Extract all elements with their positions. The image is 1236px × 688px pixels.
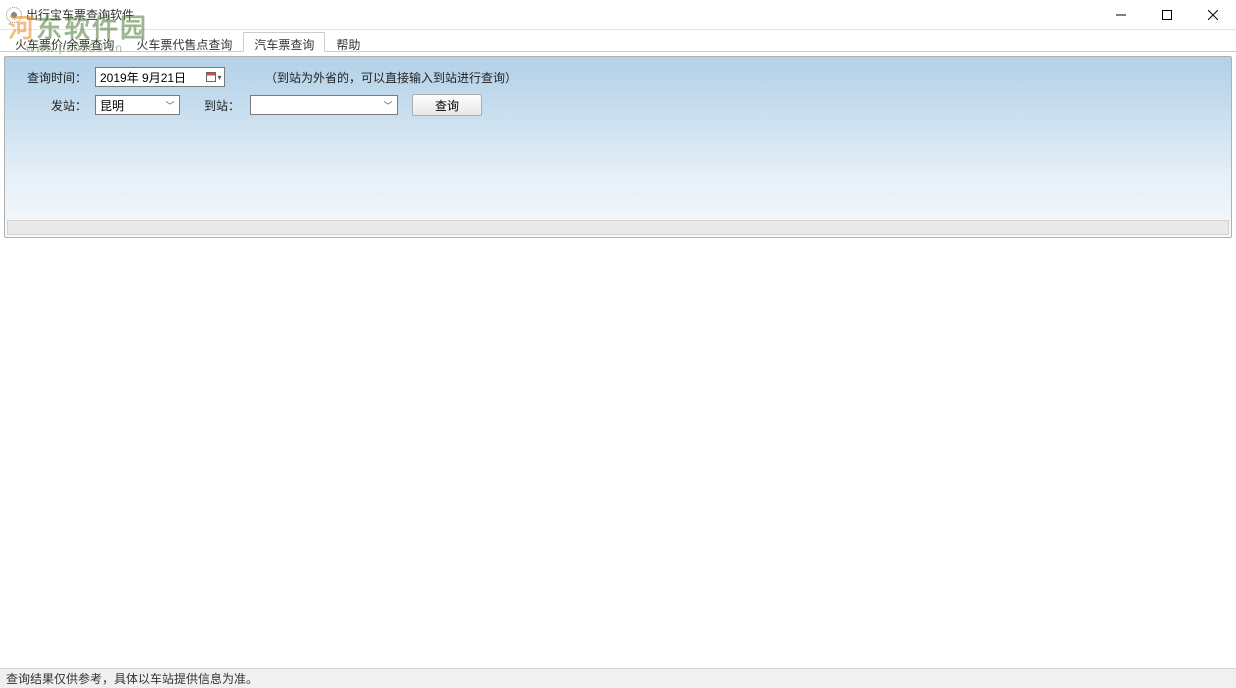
to-label: 到站：	[180, 97, 250, 114]
tab-train-agent[interactable]: 火车票代售点查询	[125, 32, 243, 52]
search-button[interactable]: 查询	[412, 94, 482, 116]
window-title: 出行宝车票查询软件	[26, 6, 134, 23]
titlebar: 出行宝车票查询软件	[0, 0, 1236, 30]
statusbar: 查询结果仅供参考，具体以车站提供信息为准。	[0, 668, 1236, 688]
tab-bar: 火车票价/余票查询 火车票代售点查询 汽车票查询 帮助	[0, 30, 1236, 52]
horizontal-scrollbar[interactable]	[7, 220, 1229, 235]
search-panel: 查询时间： 2019年 9月21日 ▾ （到站为外省的，可以直接输入到站进行查询…	[4, 56, 1232, 238]
chevron-down-icon: ﹀	[163, 99, 177, 112]
query-time-label: 查询时间：	[15, 69, 95, 86]
query-time-input[interactable]: 2019年 9月21日 ▾	[95, 67, 225, 87]
from-station-value: 昆明	[100, 97, 124, 114]
minimize-button[interactable]	[1098, 0, 1144, 30]
from-station-combo[interactable]: 昆明 ﹀	[95, 95, 180, 115]
tab-content: 查询时间： 2019年 9月21日 ▾ （到站为外省的，可以直接输入到站进行查询…	[0, 51, 1236, 238]
from-label: 发站：	[15, 97, 95, 114]
tab-train-price[interactable]: 火车票价/余票查询	[4, 32, 125, 52]
tab-bus-ticket[interactable]: 汽车票查询	[243, 32, 325, 52]
results-area	[4, 244, 1232, 666]
window-controls	[1098, 0, 1236, 30]
query-time-value: 2019年 9月21日	[100, 69, 186, 86]
calendar-icon[interactable]: ▾	[206, 69, 222, 85]
maximize-button[interactable]	[1144, 0, 1190, 30]
status-text: 查询结果仅供参考，具体以车站提供信息为准。	[6, 670, 258, 687]
query-hint: （到站为外省的，可以直接输入到站进行查询）	[265, 69, 517, 86]
to-station-combo[interactable]: ﹀	[250, 95, 398, 115]
tab-help[interactable]: 帮助	[325, 32, 371, 52]
app-icon	[6, 7, 22, 23]
close-button[interactable]	[1190, 0, 1236, 30]
chevron-down-icon: ﹀	[381, 99, 395, 112]
